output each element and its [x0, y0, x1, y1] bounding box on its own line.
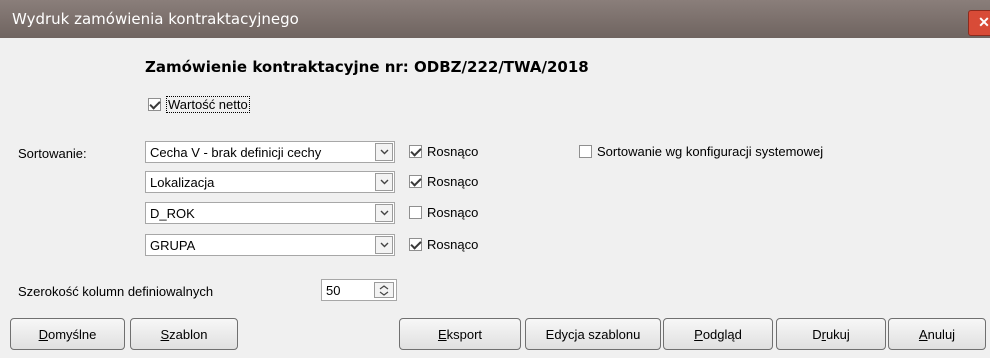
- column-width-label: Szerokość kolumn definiowalnych: [18, 284, 214, 299]
- print-button[interactable]: Dr ukuj: [776, 318, 886, 350]
- asc-checkbox-2[interactable]: [409, 175, 422, 188]
- sort-combo-2-value: Lokalizacja: [150, 175, 215, 190]
- default-button[interactable]: Domyślne: [10, 318, 125, 350]
- sorting-label: Sortowanie:: [18, 146, 87, 161]
- asc-checkbox-row-2[interactable]: Rosnąco: [409, 174, 478, 189]
- cancel-button-label: nuluj: [927, 326, 956, 342]
- net-value-checkbox-row[interactable]: Wartość netto: [148, 96, 250, 113]
- asc-label-2: Rosnąco: [427, 174, 479, 189]
- edit-template-button-label: Edycja szablonu: [545, 326, 641, 342]
- print-button-label: ukuj: [825, 326, 850, 342]
- asc-label-1: Rosnąco: [427, 144, 479, 159]
- template-button-label: zablon: [169, 326, 208, 342]
- default-button-accel: D: [38, 326, 48, 342]
- sort-combo-1-value: Cecha V - brak definicji cechy: [150, 145, 322, 160]
- chevron-down-icon[interactable]: [375, 204, 393, 222]
- sort-combo-4[interactable]: GRUPA: [145, 234, 395, 256]
- asc-label-3: Rosnąco: [427, 205, 479, 220]
- asc-checkbox-3[interactable]: [409, 206, 422, 219]
- system-config-checkbox-row[interactable]: Sortowanie wg konfiguracji systemowej: [579, 144, 823, 159]
- spinner-arrows-icon[interactable]: [374, 282, 394, 298]
- column-width-value: 50: [326, 283, 341, 298]
- close-button[interactable]: ✕: [968, 10, 990, 36]
- chevron-down-icon[interactable]: [375, 173, 393, 191]
- sort-combo-3[interactable]: D_ROK: [145, 202, 395, 224]
- sort-combo-3-value: D_ROK: [150, 206, 195, 221]
- chevron-down-icon[interactable]: [375, 236, 393, 254]
- asc-checkbox-4[interactable]: [409, 238, 422, 251]
- template-button[interactable]: Szablon: [130, 318, 238, 350]
- title-bar: Wydruk zamówienia kontraktacyjnego ✕: [0, 0, 990, 38]
- asc-checkbox-1[interactable]: [409, 145, 422, 158]
- preview-button-accel: P: [694, 326, 703, 342]
- cancel-button-accel: A: [918, 326, 928, 342]
- default-button-label: omyślne: [47, 326, 97, 342]
- sort-combo-2[interactable]: Lokalizacja: [145, 171, 395, 193]
- cancel-button[interactable]: Anuluj: [888, 318, 986, 350]
- order-number-heading: Zamówienie kontraktacyjne nr: ODBZ/222/T…: [145, 58, 589, 76]
- edit-template-button[interactable]: Edycja szablonu: [525, 318, 661, 350]
- preview-button[interactable]: Podgląd: [663, 318, 773, 350]
- export-button-accel: E: [437, 326, 447, 342]
- print-order-dialog: Wydruk zamówienia kontraktacyjnego ✕ Zam…: [0, 0, 990, 358]
- asc-label-4: Rosnąco: [427, 237, 479, 252]
- sort-combo-4-value: GRUPA: [150, 238, 196, 253]
- export-button[interactable]: Eksport: [399, 318, 521, 350]
- system-config-label: Sortowanie wg konfiguracji systemowej: [597, 144, 824, 159]
- asc-checkbox-row-4[interactable]: Rosnąco: [409, 237, 478, 252]
- chevron-down-icon[interactable]: [375, 143, 393, 161]
- asc-checkbox-row-3[interactable]: Rosnąco: [409, 205, 478, 220]
- column-width-spinner[interactable]: 50: [321, 279, 397, 301]
- net-value-checkbox[interactable]: [148, 98, 161, 111]
- print-button-pre: D: [812, 326, 822, 342]
- template-button-accel: S: [160, 326, 170, 342]
- sort-combo-1[interactable]: Cecha V - brak definicji cechy: [145, 141, 395, 163]
- export-button-label: ksport: [446, 326, 483, 342]
- net-value-label: Wartość netto: [166, 96, 250, 113]
- system-config-checkbox[interactable]: [579, 145, 592, 158]
- asc-checkbox-row-1[interactable]: Rosnąco: [409, 144, 478, 159]
- window-title: Wydruk zamówienia kontraktacyjnego: [12, 10, 299, 28]
- preview-button-label: odgląd: [702, 326, 742, 342]
